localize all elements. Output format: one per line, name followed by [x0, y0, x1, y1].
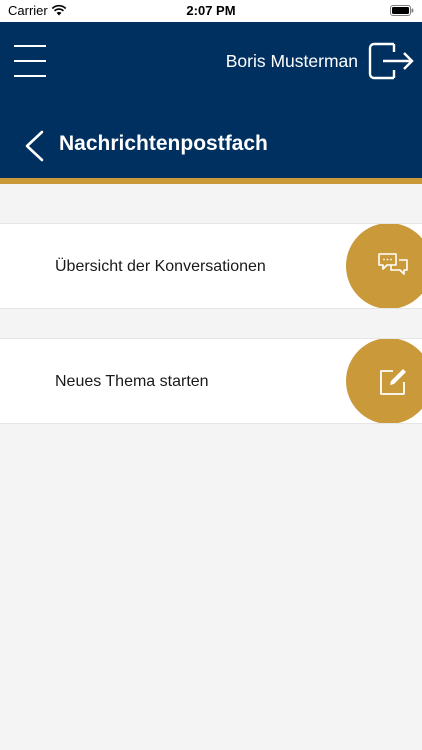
- chat-bubbles-icon: [378, 253, 408, 275]
- conversations-overview-label: Übersicht der Konversationen: [55, 258, 266, 275]
- status-bar: Carrier 2:07 PM: [0, 0, 422, 22]
- conversations-overview-item[interactable]: Übersicht der Konversationen: [0, 223, 422, 309]
- new-topic-item[interactable]: Neues Thema starten: [0, 338, 422, 424]
- back-chevron-icon: [25, 130, 44, 162]
- conversations-badge: [346, 224, 422, 308]
- edit-icon: [380, 369, 406, 395]
- user-name: Boris Musterman: [225, 51, 358, 71]
- new-topic-badge: [346, 339, 422, 423]
- page-title: Nachrichtenpostfach: [59, 132, 268, 155]
- battery-icon: [390, 5, 414, 16]
- app-header: Boris Musterman Nachrichtenpostfach: [0, 22, 422, 178]
- logout-button[interactable]: [364, 38, 418, 84]
- logout-icon: [368, 42, 414, 80]
- menu-button[interactable]: [12, 44, 50, 78]
- header-accent-bar: [0, 178, 422, 184]
- clock: 2:07 PM: [186, 3, 236, 18]
- back-button[interactable]: [18, 126, 48, 166]
- new-topic-label: Neues Thema starten: [55, 373, 209, 390]
